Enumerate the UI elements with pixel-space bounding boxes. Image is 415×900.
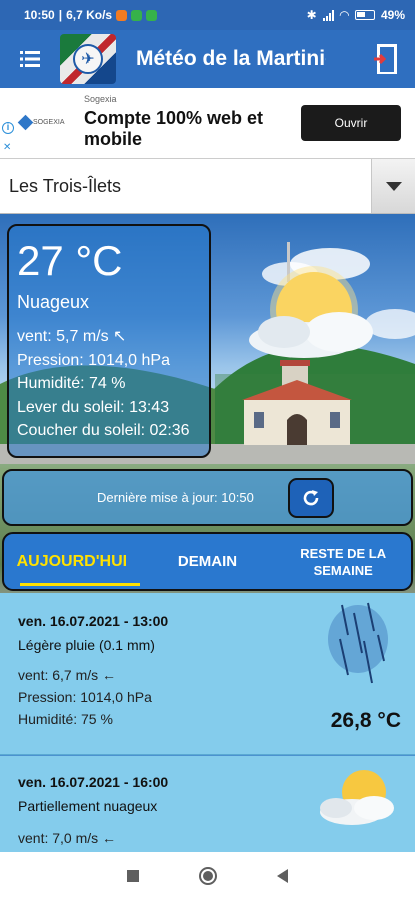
tab-tomorrow[interactable]: DEMAIN xyxy=(140,534,276,589)
ad-logo: SOGEXIA xyxy=(17,114,72,130)
rain-icon xyxy=(328,602,388,684)
back-button[interactable] xyxy=(277,869,288,883)
app-bar: ✈ Météo de la Martinique xyxy=(0,30,415,88)
current-humidity: Humidité: 74 % xyxy=(17,375,126,392)
forecast-wind: vent: 6,7 m/s ← xyxy=(18,667,117,683)
tab-today[interactable]: AUJOURD'HUI xyxy=(4,534,140,589)
forecast-temperature: 26,8 °C xyxy=(330,709,401,732)
forecast-humidity: Humidité: 75 % xyxy=(18,711,113,727)
home-icon xyxy=(203,871,213,881)
current-condition: Nuageux xyxy=(17,292,90,312)
last-update-bar: Dernière mise à jour: 10:50 xyxy=(2,469,413,526)
app-title: Météo de la Martinique xyxy=(136,47,326,70)
city-select[interactable]: Les Trois-Îlets xyxy=(0,158,415,214)
forecast-datetime: ven. 16.07.2021 - 13:00 xyxy=(18,613,169,629)
chevron-down-icon xyxy=(385,181,402,191)
wifi-icon: ◠ xyxy=(339,8,349,22)
menu-button[interactable] xyxy=(0,30,60,88)
menu-icon xyxy=(20,51,40,67)
ad-info-icon[interactable]: i xyxy=(2,122,14,134)
ad-close-icon[interactable]: ✕ xyxy=(3,142,11,153)
last-update-text: Dernière mise à jour: 10:50 xyxy=(97,490,254,505)
status-time: 10:50 xyxy=(24,8,55,22)
current-pressure: Pression: 1014,0 hPa xyxy=(17,351,170,369)
ad-banner[interactable]: i ✕ SOGEXIA Sogexia Compte 100% web et m… xyxy=(0,88,415,158)
bluetooth-icon: ✱ xyxy=(306,8,317,22)
dropdown-arrow-button[interactable] xyxy=(371,159,415,213)
notification-icon xyxy=(131,9,143,21)
ad-open-button[interactable]: Ouvrir xyxy=(301,105,401,141)
app-logo: ✈ xyxy=(60,34,116,84)
refresh-button[interactable] xyxy=(288,478,334,518)
partly-cloudy-icon xyxy=(320,770,394,825)
forecast-item[interactable]: ven. 16.07.2021 - 16:00 Partiellement nu… xyxy=(0,756,415,852)
forecast-tabs: AUJOURD'HUI DEMAIN RESTE DE LA SEMAINE xyxy=(2,532,413,591)
current-temperature: 27 °C xyxy=(17,237,123,284)
exit-door-icon xyxy=(374,44,397,74)
forecast-list[interactable]: ven. 16.07.2021 - 13:00 Légère pluie (0.… xyxy=(0,593,415,852)
ad-logo-mark-icon xyxy=(17,114,34,130)
logo-emblem-icon: ✈ xyxy=(73,44,103,74)
current-sunrise: Lever du soleil: 13:43 xyxy=(17,398,170,416)
forecast-wind: vent: 7,0 m/s ← xyxy=(18,830,117,846)
status-bar: 10:50 | 6,7 Ko/s ✱ ◠ 49% xyxy=(0,0,415,30)
forecast-datetime: ven. 16.07.2021 - 16:00 xyxy=(18,774,169,790)
forecast-description: Partiellement nuageux xyxy=(18,798,158,814)
system-navigation-bar xyxy=(0,852,415,900)
signal-icon xyxy=(322,9,334,21)
tab-rest-of-week[interactable]: RESTE DE LA SEMAINE xyxy=(275,534,411,589)
forecast-description: Légère pluie (0.1 mm) xyxy=(18,637,155,653)
city-select-value: Les Trois-Îlets xyxy=(9,176,122,196)
notification-icon xyxy=(146,9,158,21)
current-conditions-card: 27 °C Nuageux vent: 5,7 m/s ↖ Pression: … xyxy=(7,224,211,458)
partly-cloudy-sun-icon xyxy=(249,266,373,358)
forecast-item[interactable]: ven. 16.07.2021 - 13:00 Légère pluie (0.… xyxy=(0,593,415,755)
battery-percent: 49% xyxy=(380,8,405,22)
refresh-icon xyxy=(303,490,319,506)
forecast-pressure: Pression: 1014,0 hPa xyxy=(18,689,152,705)
ad-headline[interactable]: Compte 100% web et mobile xyxy=(84,108,294,150)
home-button[interactable] xyxy=(199,867,217,885)
current-wind: vent: 5,7 m/s ↖ xyxy=(17,328,127,345)
church-illustration xyxy=(242,360,352,445)
current-sunset: Coucher du soleil: 02:36 xyxy=(17,422,190,439)
battery-icon xyxy=(354,10,375,20)
exit-button[interactable] xyxy=(357,30,415,88)
status-net-speed: 6,7 Ko/s xyxy=(66,8,113,22)
notification-icon xyxy=(116,9,128,21)
ad-sponsor: Sogexia xyxy=(84,94,117,104)
recent-apps-button[interactable] xyxy=(127,870,139,882)
